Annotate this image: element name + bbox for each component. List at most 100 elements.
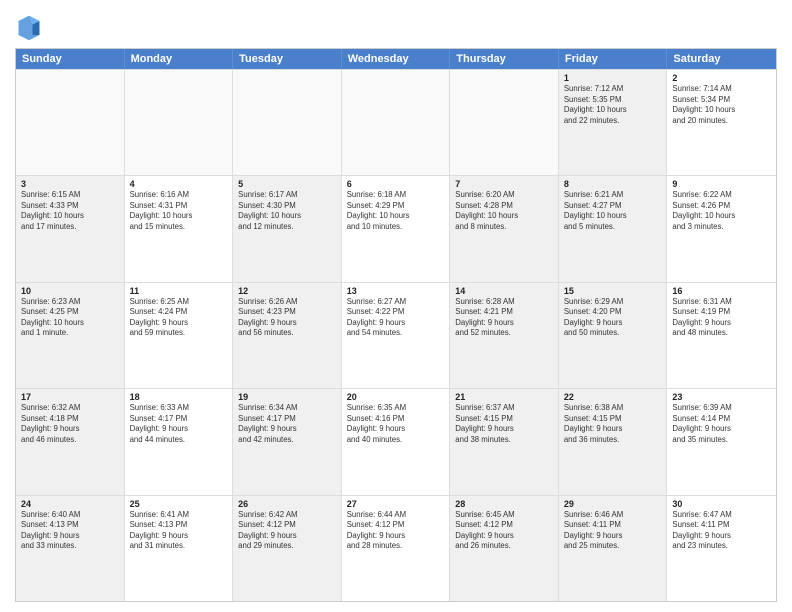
day-number: 22	[564, 392, 662, 402]
calendar-row-1: 1Sunrise: 7:12 AMSunset: 5:35 PMDaylight…	[16, 69, 776, 175]
header-day-sunday: Sunday	[16, 49, 125, 69]
calendar-cell: 2Sunrise: 7:14 AMSunset: 5:34 PMDaylight…	[667, 70, 776, 175]
calendar-cell: 11Sunrise: 6:25 AMSunset: 4:24 PMDayligh…	[125, 283, 234, 388]
day-info: Sunrise: 6:33 AMSunset: 4:17 PMDaylight:…	[130, 403, 228, 445]
calendar-cell: 3Sunrise: 6:15 AMSunset: 4:33 PMDaylight…	[16, 176, 125, 281]
page: SundayMondayTuesdayWednesdayThursdayFrid…	[0, 0, 792, 612]
calendar-cell: 28Sunrise: 6:45 AMSunset: 4:12 PMDayligh…	[450, 496, 559, 601]
calendar-cell: 14Sunrise: 6:28 AMSunset: 4:21 PMDayligh…	[450, 283, 559, 388]
calendar-row-5: 24Sunrise: 6:40 AMSunset: 4:13 PMDayligh…	[16, 495, 776, 601]
day-number: 6	[347, 179, 445, 189]
calendar-row-3: 10Sunrise: 6:23 AMSunset: 4:25 PMDayligh…	[16, 282, 776, 388]
header-row	[15, 10, 777, 42]
day-number: 15	[564, 286, 662, 296]
day-number: 13	[347, 286, 445, 296]
calendar-cell	[233, 70, 342, 175]
calendar-cell: 9Sunrise: 6:22 AMSunset: 4:26 PMDaylight…	[667, 176, 776, 281]
header-day-tuesday: Tuesday	[233, 49, 342, 69]
header-day-thursday: Thursday	[450, 49, 559, 69]
day-info: Sunrise: 6:40 AMSunset: 4:13 PMDaylight:…	[21, 510, 119, 552]
calendar-cell: 24Sunrise: 6:40 AMSunset: 4:13 PMDayligh…	[16, 496, 125, 601]
day-number: 1	[564, 73, 662, 83]
day-info: Sunrise: 6:18 AMSunset: 4:29 PMDaylight:…	[347, 190, 445, 232]
calendar-row-4: 17Sunrise: 6:32 AMSunset: 4:18 PMDayligh…	[16, 388, 776, 494]
day-info: Sunrise: 6:21 AMSunset: 4:27 PMDaylight:…	[564, 190, 662, 232]
calendar-header: SundayMondayTuesdayWednesdayThursdayFrid…	[16, 49, 776, 69]
day-number: 27	[347, 499, 445, 509]
day-number: 5	[238, 179, 336, 189]
day-info: Sunrise: 6:23 AMSunset: 4:25 PMDaylight:…	[21, 297, 119, 339]
calendar-cell: 13Sunrise: 6:27 AMSunset: 4:22 PMDayligh…	[342, 283, 451, 388]
calendar-cell: 18Sunrise: 6:33 AMSunset: 4:17 PMDayligh…	[125, 389, 234, 494]
day-number: 11	[130, 286, 228, 296]
day-info: Sunrise: 6:46 AMSunset: 4:11 PMDaylight:…	[564, 510, 662, 552]
header-day-saturday: Saturday	[667, 49, 776, 69]
calendar-cell	[16, 70, 125, 175]
day-info: Sunrise: 6:16 AMSunset: 4:31 PMDaylight:…	[130, 190, 228, 232]
day-number: 25	[130, 499, 228, 509]
day-info: Sunrise: 6:37 AMSunset: 4:15 PMDaylight:…	[455, 403, 553, 445]
day-info: Sunrise: 6:38 AMSunset: 4:15 PMDaylight:…	[564, 403, 662, 445]
calendar-body: 1Sunrise: 7:12 AMSunset: 5:35 PMDaylight…	[16, 69, 776, 601]
header-day-monday: Monday	[125, 49, 234, 69]
day-number: 2	[672, 73, 771, 83]
calendar-cell: 22Sunrise: 6:38 AMSunset: 4:15 PMDayligh…	[559, 389, 668, 494]
logo	[15, 14, 47, 42]
day-info: Sunrise: 6:29 AMSunset: 4:20 PMDaylight:…	[564, 297, 662, 339]
calendar-cell: 25Sunrise: 6:41 AMSunset: 4:13 PMDayligh…	[125, 496, 234, 601]
day-number: 26	[238, 499, 336, 509]
day-number: 3	[21, 179, 119, 189]
day-info: Sunrise: 6:44 AMSunset: 4:12 PMDaylight:…	[347, 510, 445, 552]
day-number: 23	[672, 392, 771, 402]
day-info: Sunrise: 6:25 AMSunset: 4:24 PMDaylight:…	[130, 297, 228, 339]
calendar-cell: 6Sunrise: 6:18 AMSunset: 4:29 PMDaylight…	[342, 176, 451, 281]
calendar-cell: 7Sunrise: 6:20 AMSunset: 4:28 PMDaylight…	[450, 176, 559, 281]
day-info: Sunrise: 6:26 AMSunset: 4:23 PMDaylight:…	[238, 297, 336, 339]
day-number: 17	[21, 392, 119, 402]
day-info: Sunrise: 6:32 AMSunset: 4:18 PMDaylight:…	[21, 403, 119, 445]
calendar-row-2: 3Sunrise: 6:15 AMSunset: 4:33 PMDaylight…	[16, 175, 776, 281]
day-number: 24	[21, 499, 119, 509]
calendar-cell	[450, 70, 559, 175]
header-day-friday: Friday	[559, 49, 668, 69]
calendar-cell: 27Sunrise: 6:44 AMSunset: 4:12 PMDayligh…	[342, 496, 451, 601]
calendar-cell: 29Sunrise: 6:46 AMSunset: 4:11 PMDayligh…	[559, 496, 668, 601]
calendar-cell	[125, 70, 234, 175]
day-info: Sunrise: 6:15 AMSunset: 4:33 PMDaylight:…	[21, 190, 119, 232]
day-number: 7	[455, 179, 553, 189]
day-number: 12	[238, 286, 336, 296]
day-info: Sunrise: 6:42 AMSunset: 4:12 PMDaylight:…	[238, 510, 336, 552]
calendar-cell: 26Sunrise: 6:42 AMSunset: 4:12 PMDayligh…	[233, 496, 342, 601]
day-number: 10	[21, 286, 119, 296]
day-number: 21	[455, 392, 553, 402]
calendar-cell: 16Sunrise: 6:31 AMSunset: 4:19 PMDayligh…	[667, 283, 776, 388]
day-info: Sunrise: 6:47 AMSunset: 4:11 PMDaylight:…	[672, 510, 771, 552]
calendar-cell: 30Sunrise: 6:47 AMSunset: 4:11 PMDayligh…	[667, 496, 776, 601]
calendar-cell: 5Sunrise: 6:17 AMSunset: 4:30 PMDaylight…	[233, 176, 342, 281]
calendar-cell: 23Sunrise: 6:39 AMSunset: 4:14 PMDayligh…	[667, 389, 776, 494]
day-number: 18	[130, 392, 228, 402]
day-number: 29	[564, 499, 662, 509]
day-number: 4	[130, 179, 228, 189]
header-day-wednesday: Wednesday	[342, 49, 451, 69]
day-info: Sunrise: 7:12 AMSunset: 5:35 PMDaylight:…	[564, 84, 662, 126]
calendar-cell: 4Sunrise: 6:16 AMSunset: 4:31 PMDaylight…	[125, 176, 234, 281]
calendar-cell: 21Sunrise: 6:37 AMSunset: 4:15 PMDayligh…	[450, 389, 559, 494]
day-info: Sunrise: 6:39 AMSunset: 4:14 PMDaylight:…	[672, 403, 771, 445]
day-info: Sunrise: 7:14 AMSunset: 5:34 PMDaylight:…	[672, 84, 771, 126]
calendar-cell: 8Sunrise: 6:21 AMSunset: 4:27 PMDaylight…	[559, 176, 668, 281]
day-info: Sunrise: 6:28 AMSunset: 4:21 PMDaylight:…	[455, 297, 553, 339]
calendar-cell	[342, 70, 451, 175]
calendar-cell: 20Sunrise: 6:35 AMSunset: 4:16 PMDayligh…	[342, 389, 451, 494]
day-number: 28	[455, 499, 553, 509]
day-info: Sunrise: 6:31 AMSunset: 4:19 PMDaylight:…	[672, 297, 771, 339]
calendar-cell: 1Sunrise: 7:12 AMSunset: 5:35 PMDaylight…	[559, 70, 668, 175]
day-info: Sunrise: 6:35 AMSunset: 4:16 PMDaylight:…	[347, 403, 445, 445]
day-info: Sunrise: 6:17 AMSunset: 4:30 PMDaylight:…	[238, 190, 336, 232]
day-info: Sunrise: 6:20 AMSunset: 4:28 PMDaylight:…	[455, 190, 553, 232]
calendar-cell: 10Sunrise: 6:23 AMSunset: 4:25 PMDayligh…	[16, 283, 125, 388]
day-info: Sunrise: 6:22 AMSunset: 4:26 PMDaylight:…	[672, 190, 771, 232]
calendar: SundayMondayTuesdayWednesdayThursdayFrid…	[15, 48, 777, 602]
calendar-cell: 15Sunrise: 6:29 AMSunset: 4:20 PMDayligh…	[559, 283, 668, 388]
day-number: 16	[672, 286, 771, 296]
